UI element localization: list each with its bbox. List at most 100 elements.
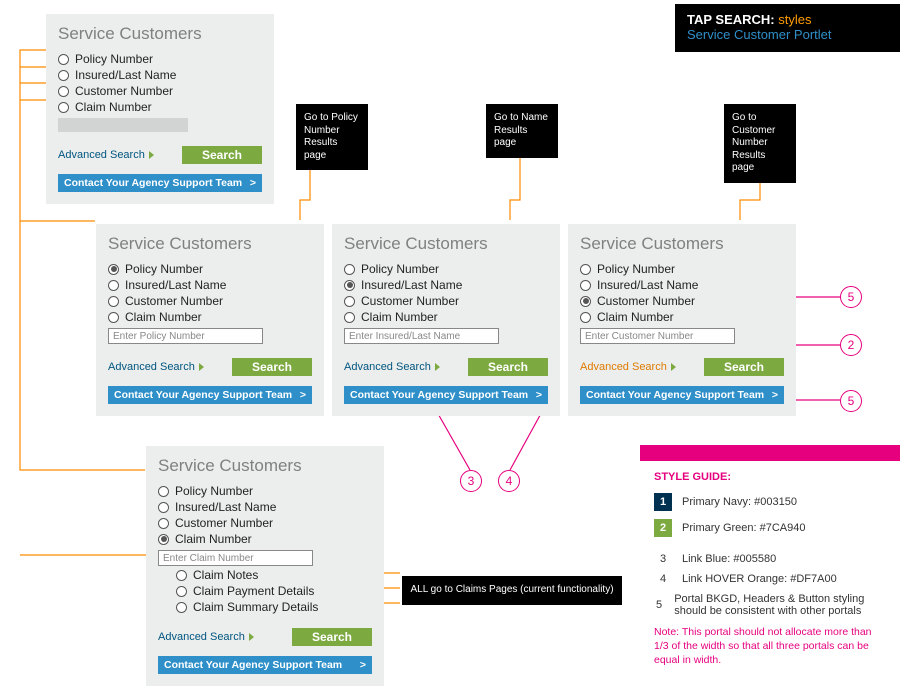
- advanced-search-link-hover[interactable]: Advanced Search: [580, 361, 676, 373]
- style-guide-row: 1Primary Navy: #003150: [640, 489, 900, 515]
- radio-policy[interactable]: Policy Number: [344, 262, 548, 276]
- chevron-right-icon: >: [250, 177, 256, 189]
- style-guide-title: STYLE GUIDE:: [640, 461, 900, 489]
- radio-claim[interactable]: Claim Number: [344, 310, 548, 324]
- triangle-icon: [249, 633, 254, 641]
- radio-icon: [108, 312, 119, 323]
- chevron-right-icon: >: [536, 389, 542, 401]
- contact-support-button[interactable]: Contact Your Agency Support Team>: [580, 386, 784, 404]
- radio-icon: [344, 264, 355, 275]
- radio-policy[interactable]: Policy Number: [580, 262, 784, 276]
- doc-title: TAP SEARCH: styles: [687, 12, 888, 27]
- search-input[interactable]: Enter Claim Number: [158, 550, 313, 566]
- radio-icon: [176, 570, 187, 581]
- advanced-search-link[interactable]: Advanced Search: [344, 361, 440, 373]
- anno-circle-2: 2: [840, 334, 862, 356]
- radio-icon: [58, 86, 69, 97]
- radio-icon: [580, 296, 591, 307]
- chevron-right-icon: >: [360, 659, 366, 671]
- portlet-title: Service Customers: [158, 456, 372, 476]
- radio-claim-summary[interactable]: Claim Summary Details: [176, 600, 372, 614]
- callout-name-results: Go to Name Results page: [486, 104, 558, 158]
- radio-insured[interactable]: Insured/Last Name: [580, 278, 784, 292]
- radio-claim-payment[interactable]: Claim Payment Details: [176, 584, 372, 598]
- portlet-title: Service Customers: [580, 234, 784, 254]
- swatch-navy: 1: [654, 493, 672, 511]
- portlet-title: Service Customers: [344, 234, 548, 254]
- search-button[interactable]: Search: [704, 358, 784, 376]
- radio-policy[interactable]: Policy Number: [158, 484, 372, 498]
- radio-icon: [176, 586, 187, 597]
- contact-support-button[interactable]: Contact Your Agency Support Team>: [58, 174, 262, 192]
- style-guide-row: 5Portal BKGD, Headers & Button styling s…: [640, 589, 900, 621]
- search-button[interactable]: Search: [468, 358, 548, 376]
- search-button[interactable]: Search: [182, 146, 262, 164]
- radio-customer[interactable]: Customer Number: [344, 294, 548, 308]
- doc-header: TAP SEARCH: styles Service Customer Port…: [675, 4, 900, 52]
- radio-icon: [580, 280, 591, 291]
- search-button[interactable]: Search: [232, 358, 312, 376]
- advanced-search-link[interactable]: Advanced Search: [158, 631, 254, 643]
- radio-customer[interactable]: Customer Number: [158, 516, 372, 530]
- portlet-title: Service Customers: [108, 234, 312, 254]
- radio-claim[interactable]: Claim Number: [580, 310, 784, 324]
- radio-insured[interactable]: Insured/Last Name: [158, 500, 372, 514]
- search-input-placeholder-bar[interactable]: [58, 118, 188, 132]
- radio-icon: [58, 102, 69, 113]
- portlet-title: Service Customers: [58, 24, 262, 44]
- radio-icon: [58, 54, 69, 65]
- triangle-icon: [199, 363, 204, 371]
- anno-circle-5: 5: [840, 390, 862, 412]
- radio-customer[interactable]: Customer Number: [58, 84, 262, 98]
- search-input[interactable]: Enter Policy Number: [108, 328, 263, 344]
- radio-icon: [58, 70, 69, 81]
- anno-circle-4: 4: [498, 470, 520, 492]
- contact-support-button[interactable]: Contact Your Agency Support Team>: [344, 386, 548, 404]
- advanced-search-link[interactable]: Advanced Search: [58, 149, 154, 161]
- radio-icon: [158, 486, 169, 497]
- portlet-claim: Service Customers Policy Number Insured/…: [146, 446, 384, 686]
- portlet-insured: Service Customers Policy Number Insured/…: [332, 224, 560, 416]
- style-guide-row: 3Link Blue: #005580: [640, 549, 900, 569]
- search-input[interactable]: Enter Insured/Last Name: [344, 328, 499, 344]
- style-guide-row: 2Primary Green: #7CA940: [640, 515, 900, 541]
- callout-claims-pages: ALL go to Claims Pages (current function…: [402, 576, 622, 605]
- portlet-policy: Service Customers Policy Number Insured/…: [96, 224, 324, 416]
- advanced-search-link[interactable]: Advanced Search: [108, 361, 204, 373]
- radio-insured[interactable]: Insured/Last Name: [58, 68, 262, 82]
- contact-support-button[interactable]: Contact Your Agency Support Team>: [108, 386, 312, 404]
- chevron-right-icon: >: [300, 389, 306, 401]
- radio-icon: [158, 518, 169, 529]
- swatch-green: 2: [654, 519, 672, 537]
- callout-policy-results: Go to Policy Number Results page: [296, 104, 368, 170]
- radio-policy[interactable]: Policy Number: [108, 262, 312, 276]
- radio-customer[interactable]: Customer Number: [580, 294, 784, 308]
- radio-icon: [108, 280, 119, 291]
- radio-insured[interactable]: Insured/Last Name: [108, 278, 312, 292]
- radio-icon: [580, 264, 591, 275]
- radio-icon: [344, 280, 355, 291]
- radio-icon: [108, 264, 119, 275]
- contact-support-button[interactable]: Contact Your Agency Support Team>: [158, 656, 372, 674]
- chevron-right-icon: >: [772, 389, 778, 401]
- radio-icon: [158, 534, 169, 545]
- radio-claim[interactable]: Claim Number: [58, 100, 262, 114]
- triangle-icon: [149, 151, 154, 159]
- triangle-icon: [671, 363, 676, 371]
- radio-claim-notes[interactable]: Claim Notes: [176, 568, 372, 582]
- radio-policy[interactable]: Policy Number: [58, 52, 262, 66]
- radio-customer[interactable]: Customer Number: [108, 294, 312, 308]
- callout-customer-results: Go to Customer Number Results page: [724, 104, 796, 183]
- radio-claim[interactable]: Claim Number: [108, 310, 312, 324]
- radio-insured[interactable]: Insured/Last Name: [344, 278, 548, 292]
- triangle-icon: [435, 363, 440, 371]
- radio-icon: [108, 296, 119, 307]
- search-input[interactable]: Enter Customer Number: [580, 328, 735, 344]
- style-guide-row: 4Link HOVER Orange: #DF7A00: [640, 569, 900, 589]
- radio-icon: [580, 312, 591, 323]
- style-guide-note: Note: This portal should not allocate mo…: [640, 621, 900, 672]
- search-button[interactable]: Search: [292, 628, 372, 646]
- radio-icon: [344, 312, 355, 323]
- portlet-default: Service Customers Policy Number Insured/…: [46, 14, 274, 204]
- radio-claim[interactable]: Claim Number: [158, 532, 372, 546]
